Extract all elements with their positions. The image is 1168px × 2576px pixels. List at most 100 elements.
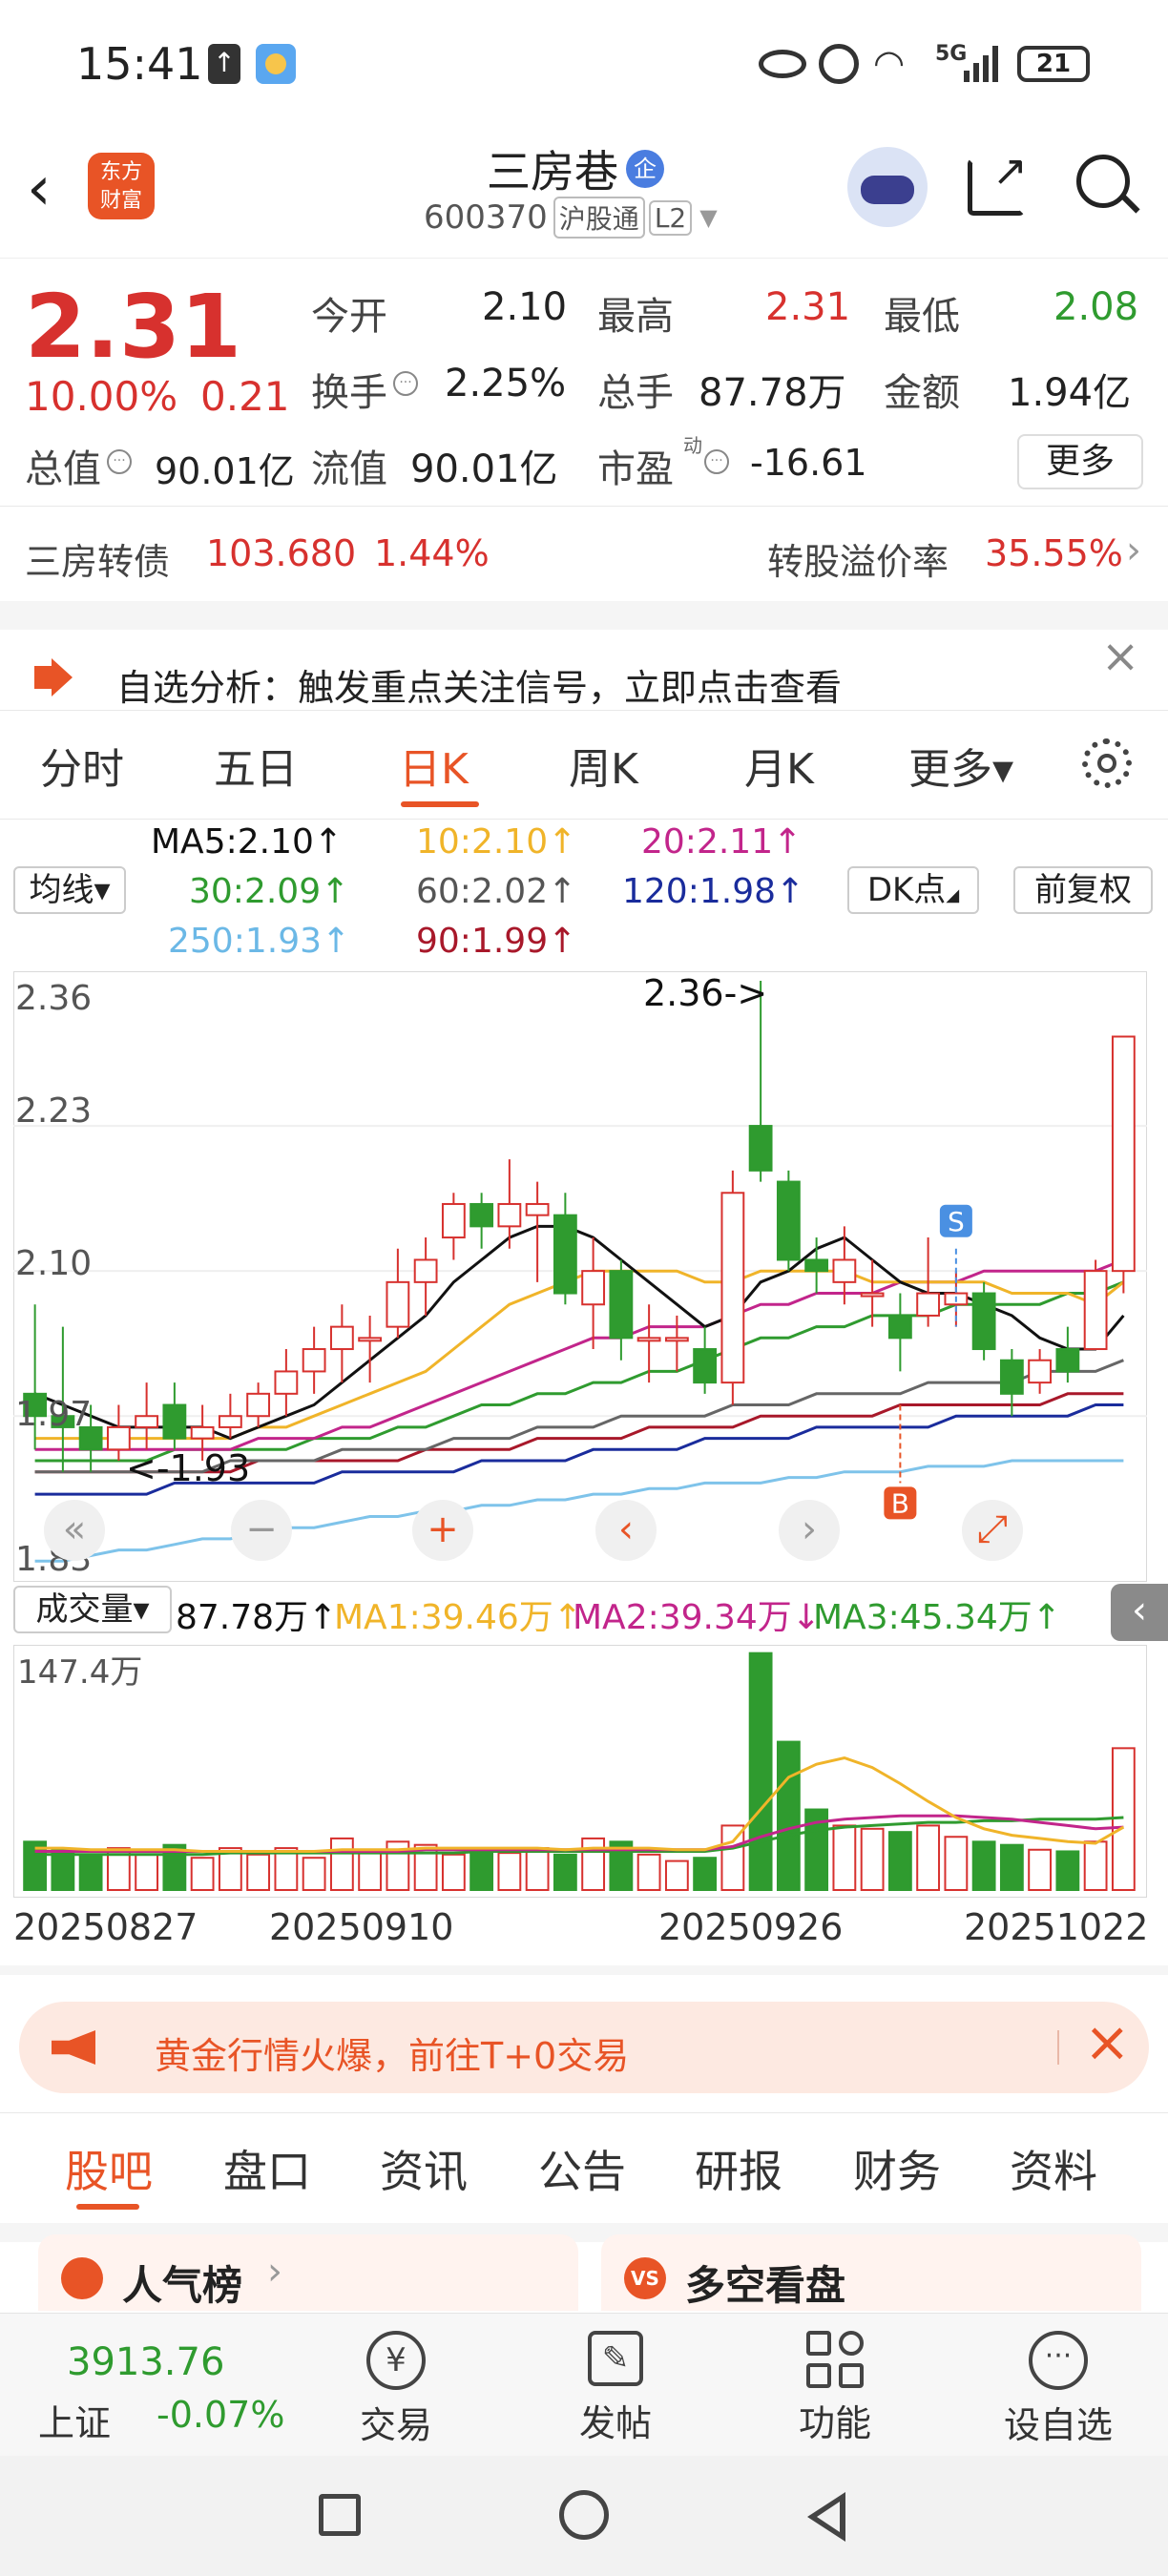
volume-bar (916, 1824, 941, 1892)
scroll-right-button[interactable]: › (779, 1500, 840, 1561)
upload-icon: ↑ (208, 44, 240, 84)
ma60-label: 60:2.02↑ (416, 872, 577, 911)
candle-body (274, 1370, 299, 1395)
chevron-right-icon: › (1126, 529, 1141, 572)
bull-bear-card[interactable]: VS 多空看盘 (601, 2234, 1141, 2311)
index-name: 上证 (38, 2402, 112, 2444)
volume-bar (944, 1836, 969, 1892)
volume-bar (664, 1859, 689, 1891)
dk-point-button[interactable]: DK点◢ (847, 866, 979, 914)
tab-market-depth[interactable]: 盘口 (223, 2137, 311, 2200)
divider (0, 710, 1168, 711)
tab-forum[interactable]: 股吧 (65, 2137, 153, 2200)
y-tick-top: 2.36 (15, 979, 92, 1018)
scroll-fast-left-button[interactable]: « (44, 1500, 105, 1561)
ma30-label: 30:2.09↑ (189, 872, 350, 911)
candle-body (135, 1415, 159, 1428)
candle-body (1028, 1359, 1053, 1384)
volume-bar (135, 1853, 159, 1891)
home-button[interactable] (559, 2490, 609, 2540)
volume-bar (525, 1847, 550, 1892)
settings-gear-icon[interactable] (1082, 738, 1132, 788)
date-axis: 20250827 20250910 20250926 20251022 (0, 1902, 1168, 1960)
info-icon[interactable]: ··· (107, 449, 132, 474)
fullscreen-button[interactable]: ⤢ (962, 1500, 1023, 1561)
tab-monthly-k[interactable]: 月K (744, 735, 814, 796)
close-icon[interactable]: × (1084, 2009, 1131, 2074)
card-title: 多空看盘 (685, 2262, 846, 2309)
tab-intraday[interactable]: 分时 (40, 735, 124, 796)
section-gap (0, 601, 1168, 630)
ad-banner[interactable]: 黄金行情火爆，前往T+0交易 × (19, 2002, 1149, 2093)
high-label: 最高 (597, 295, 674, 339)
close-icon[interactable]: × (1101, 630, 1139, 683)
info-icon[interactable]: ··· (704, 449, 729, 474)
dropdown-icon[interactable]: ▼ (699, 204, 717, 231)
volume-bar (1028, 1848, 1053, 1891)
volume-selector-label: 成交量▾ (35, 1590, 150, 1629)
vs-icon: VS (624, 2257, 666, 2299)
candle-body (469, 1202, 494, 1228)
tab-more[interactable]: 更多▾ (908, 735, 1013, 796)
vol-ma2-label: MA2:39.34万↓ (573, 1598, 821, 1637)
tab-news[interactable]: 资讯 (380, 2137, 468, 2200)
tab-profile[interactable]: 资料 (1010, 2137, 1097, 2200)
functions-button[interactable]: 功能 (782, 2314, 887, 2457)
back-icon[interactable]: ‹ (27, 158, 65, 219)
pe-label: 市盈 (597, 447, 674, 491)
open-label: 今开 (311, 295, 387, 339)
candle-body (413, 1258, 438, 1283)
volume-bar (832, 1824, 857, 1892)
tab-financials[interactable]: 财务 (853, 2137, 941, 2200)
tab-research[interactable]: 研报 (695, 2137, 782, 2200)
tab-announcements[interactable]: 公告 (538, 2137, 626, 2200)
candle-body (553, 1214, 577, 1295)
y-tick-2: 2.23 (15, 1091, 92, 1131)
volume-selector[interactable]: 成交量▾ (13, 1586, 172, 1633)
change-value: 0.21 (200, 373, 290, 420)
turnover-value: 2.25% (445, 362, 567, 405)
volume-bar (887, 1831, 912, 1891)
index-widget[interactable]: 3913.76 上证 -0.07% (0, 2314, 315, 2457)
scroll-left-button[interactable]: ‹ (595, 1500, 657, 1561)
add-watchlist-button[interactable]: ··· 设自选 (987, 2314, 1130, 2457)
info-icon[interactable]: ··· (393, 371, 418, 396)
adjust-button[interactable]: 前复权 (1013, 866, 1153, 914)
index-value: 3913.76 (67, 2340, 225, 2384)
zoom-in-button[interactable]: + (412, 1500, 473, 1561)
post-button[interactable]: ✎ 发帖 (563, 2314, 668, 2457)
candle-body (636, 1337, 661, 1342)
more-button[interactable]: 更多 (1017, 434, 1143, 489)
trade-button[interactable]: ¥ 交易 (344, 2314, 448, 2457)
candlestick-chart[interactable]: SB 2.36 2.23 2.10 1.97 1.83 2.36-> <-1.9… (13, 971, 1147, 1582)
candle-body (748, 1125, 773, 1172)
date-label: 20250827 (13, 1906, 198, 1948)
zoom-out-button[interactable]: − (231, 1500, 292, 1561)
date-label: 20250910 (269, 1906, 454, 1948)
volume-bar (553, 1853, 577, 1891)
sell-signal-text: S (948, 1206, 965, 1237)
popularity-card[interactable]: 人气榜 › (38, 2234, 578, 2311)
volume-chart[interactable]: 147.4万 (13, 1645, 1147, 1898)
assistant-avatar[interactable] (847, 147, 928, 227)
volume-bar (693, 1857, 718, 1892)
signal-icon (964, 46, 1004, 82)
ma-selector-label: 均线▾ (29, 871, 111, 909)
volume-bar (636, 1853, 661, 1891)
recent-apps-button[interactable] (319, 2494, 361, 2536)
candle-body (329, 1325, 354, 1351)
tab-five-day[interactable]: 五日 (214, 735, 298, 796)
tab-daily-k[interactable]: 日K (399, 735, 469, 796)
collapse-panel-button[interactable]: ‹ (1111, 1584, 1168, 1641)
tab-weekly-k[interactable]: 周K (569, 735, 638, 796)
divider (0, 506, 1168, 507)
logo-text-2: 财富 (99, 189, 142, 213)
premium-value: 35.55% (985, 532, 1123, 574)
notice-bar[interactable]: 自选分析：触发重点关注信号，立即点击查看 × (0, 630, 1168, 709)
volume-bar (469, 1847, 494, 1892)
bond-row[interactable]: 三房转债 103.680 1.44% 转股溢价率 35.55% › (0, 515, 1168, 601)
app-logo[interactable]: 东方 财富 (88, 153, 155, 219)
title-bar: ‹ 东方 财富 三房巷 企 600370 沪股通 L2 ▼ ↗ (0, 134, 1168, 258)
volume-bar (720, 1824, 745, 1892)
ma-selector[interactable]: 均线▾ (13, 866, 126, 914)
